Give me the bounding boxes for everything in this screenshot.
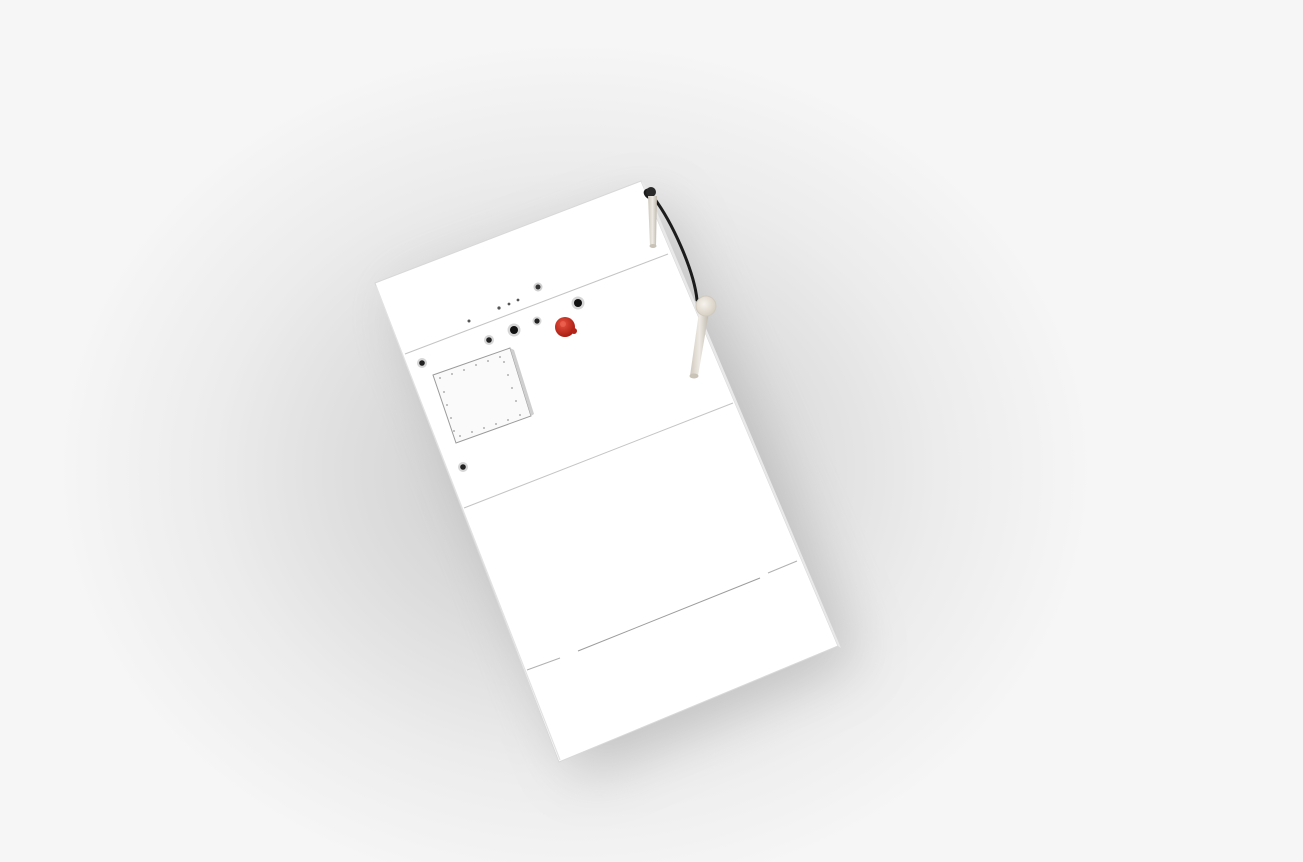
port-hole: [484, 335, 494, 345]
indicator-dot: [507, 302, 511, 306]
pipe-cap: [695, 295, 717, 317]
render-scene: [374, 180, 860, 780]
indicator-dot: [516, 298, 520, 302]
indicator-dot: [497, 306, 501, 310]
indicator-dot: [467, 319, 471, 323]
port-hole: [533, 282, 543, 292]
cable-gland: [646, 187, 656, 197]
port-hole: [417, 358, 427, 368]
port-hole: [571, 296, 585, 310]
port-hole: [532, 316, 542, 326]
port-hole: [458, 462, 468, 472]
port-hole: [507, 323, 521, 337]
